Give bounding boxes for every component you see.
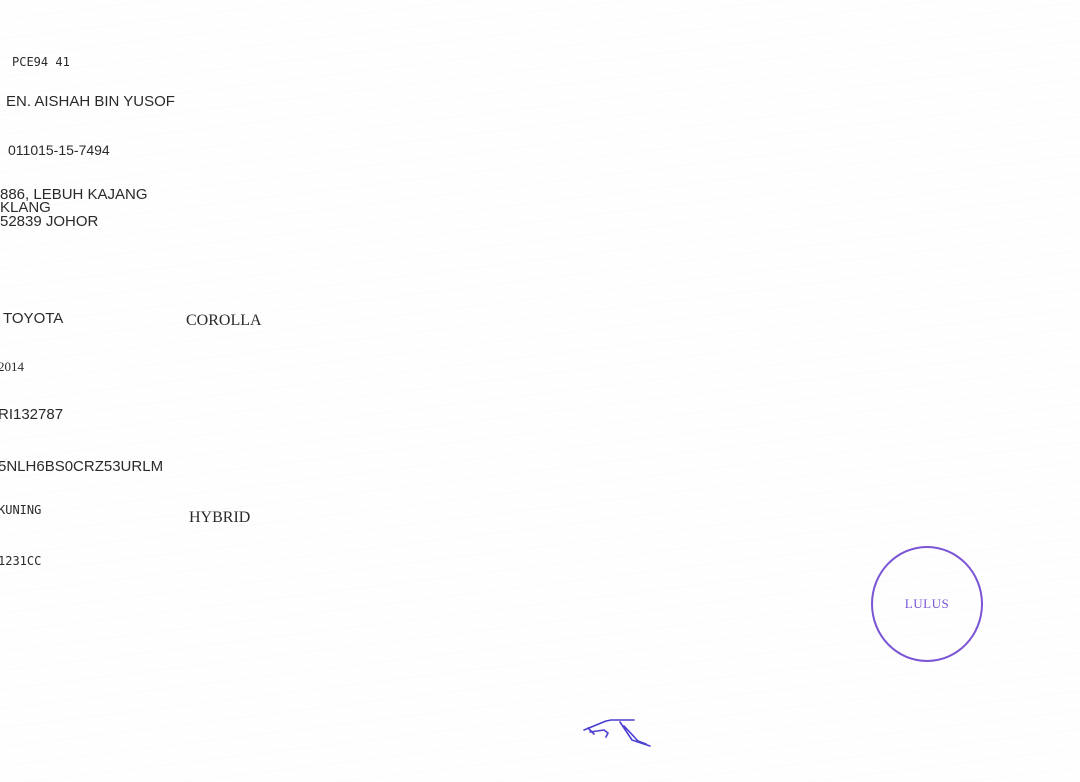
vehicle-model: COROLLA bbox=[186, 312, 262, 329]
vehicle-year: 2014 bbox=[0, 359, 24, 374]
vehicle-color: KUNING bbox=[0, 503, 42, 517]
stamp-text: LULUS bbox=[904, 596, 950, 611]
chassis-number: 5NLH6BS0CRZ53URLM bbox=[0, 458, 164, 475]
ic-number: 011015-15-7494 bbox=[8, 142, 110, 158]
owner-address: 886, LEBUH KAJANG KLANG 52839 JOHOR bbox=[0, 187, 148, 230]
vehicle-make: TOYOTA bbox=[3, 310, 64, 327]
engine-capacity: 1231CC bbox=[0, 554, 42, 568]
owner-name: EN. AISHAH BIN YUSOF bbox=[6, 93, 175, 110]
approval-stamp: LULUS bbox=[871, 546, 983, 662]
plate-code: PCE94 41 bbox=[12, 55, 70, 69]
engine-number: RI132787 bbox=[0, 406, 64, 423]
document-page: PCE94 41 EN. AISHAH BIN YUSOF 011015-15-… bbox=[0, 0, 1080, 782]
address-line-3: 52839 JOHOR bbox=[0, 213, 99, 230]
signature-icon bbox=[583, 719, 651, 747]
fuel-type: HYBRID bbox=[189, 509, 251, 526]
